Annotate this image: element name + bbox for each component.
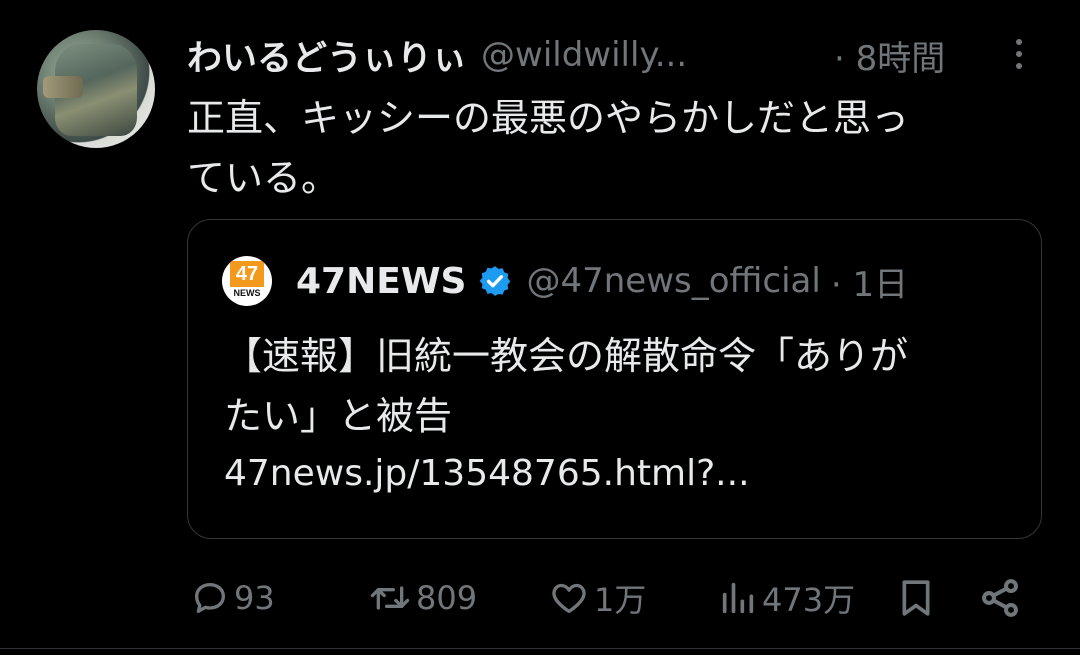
quoted-text: 【速報】旧統一教会の解散命令「ありが たい」と被告 <box>224 334 909 438</box>
quoted-author-handle: @47news_official <box>526 261 821 301</box>
author-name[interactable]: わいるどうぃりぃ <box>187 30 467 81</box>
quoted-tweet[interactable]: 47 NEWS 47NEWS @47news_official · 1日 【速報… <box>187 219 1042 539</box>
quoted-author-avatar: 47 NEWS <box>222 256 272 306</box>
reply-icon <box>195 583 225 613</box>
share-button[interactable] <box>978 570 1022 626</box>
quoted-header: 47NEWS @47news_official · 1日 <box>296 256 908 306</box>
repost-button[interactable]: 809 <box>368 570 477 626</box>
reply-count: 93 <box>234 579 275 617</box>
more-icon-dot <box>1016 51 1022 57</box>
more-icon[interactable] <box>1002 32 1036 76</box>
more-icon-dot <box>1016 63 1022 69</box>
views-count: 473万 <box>762 581 856 619</box>
divider <box>0 648 1080 649</box>
quoted-link[interactable]: 47news.jp/13548765.html?... <box>224 453 750 494</box>
bookmark-button[interactable] <box>896 570 936 626</box>
author-handle[interactable]: @wildwilly... <box>481 35 687 75</box>
logo-number: 47 <box>230 261 264 287</box>
more-icon-dot <box>1016 39 1022 45</box>
tweet-text: 正直、キッシーの最悪のやらかしだと思っ ている。 <box>187 96 910 200</box>
tweet-header: わいるどうぃりぃ @wildwilly... <box>187 30 687 80</box>
views-icon <box>722 582 754 614</box>
repost-count: 809 <box>416 579 478 617</box>
verified-badge-icon <box>480 266 511 296</box>
reply-button[interactable]: 93 <box>190 570 275 626</box>
logo-sub: NEWS <box>233 288 261 298</box>
quoted-author-name: 47NEWS <box>296 260 467 302</box>
tweet-timestamp[interactable]: · 8時間 <box>834 30 945 80</box>
repost-icon <box>370 586 410 610</box>
like-count: 1万 <box>594 581 647 619</box>
quoted-timestamp: · 1日 <box>830 264 909 305</box>
bookmark-icon <box>902 580 930 616</box>
action-bar: 93 809 1万 473万 <box>0 570 1080 626</box>
like-button[interactable]: 1万 <box>548 570 646 626</box>
avatar-robot-arm <box>43 76 83 98</box>
share-icon <box>982 579 1018 617</box>
author-avatar[interactable] <box>37 30 155 148</box>
like-icon <box>552 583 586 613</box>
views-button[interactable]: 473万 <box>718 570 855 626</box>
